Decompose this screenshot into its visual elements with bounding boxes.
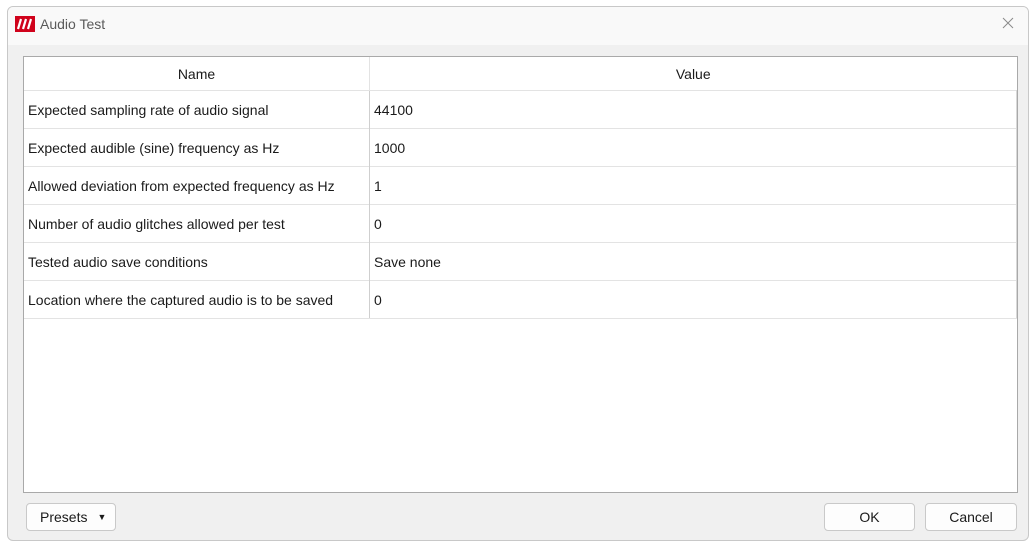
column-header-value[interactable]: Value: [370, 57, 1017, 91]
table-row[interactable]: Allowed deviation from expected frequenc…: [24, 166, 1017, 205]
column-header-name[interactable]: Name: [24, 57, 370, 91]
caret-down-icon: ▼: [97, 512, 107, 522]
name-cell: Tested audio save conditions: [24, 242, 370, 281]
table-row[interactable]: Expected audible (sine) frequency as Hz …: [24, 128, 1017, 167]
ok-button[interactable]: OK: [824, 503, 915, 531]
table-row[interactable]: Location where the captured audio is to …: [24, 280, 1017, 319]
name-cell: Expected sampling rate of audio signal: [24, 90, 370, 129]
presets-label: Presets: [40, 509, 88, 525]
title-bar: Audio Test: [8, 7, 1028, 45]
presets-button[interactable]: Presets ▼: [26, 503, 116, 531]
properties-table: Name Value Expected sampling rate of aud…: [23, 56, 1018, 493]
close-icon: [1002, 17, 1014, 29]
cancel-button[interactable]: Cancel: [925, 503, 1017, 531]
close-button[interactable]: [988, 7, 1028, 39]
table-row[interactable]: Number of audio glitches allowed per tes…: [24, 204, 1017, 243]
table-row[interactable]: Expected sampling rate of audio signal 4…: [24, 90, 1017, 129]
value-cell[interactable]: Save none: [369, 242, 1017, 281]
value-cell[interactable]: 0: [369, 280, 1017, 319]
name-cell: Number of audio glitches allowed per tes…: [24, 204, 370, 243]
name-cell: Location where the captured audio is to …: [24, 280, 370, 319]
window-title: Audio Test: [40, 16, 106, 32]
app-logo-icon: [15, 16, 35, 32]
audio-test-dialog: Audio Test Name Value Expected sampling …: [7, 6, 1029, 541]
table-row[interactable]: Tested audio save conditions Save none: [24, 242, 1017, 281]
value-cell[interactable]: 1: [369, 166, 1017, 205]
value-cell[interactable]: 1000: [369, 128, 1017, 167]
table-header-row: Name Value: [24, 57, 1017, 91]
name-cell: Allowed deviation from expected frequenc…: [24, 166, 370, 205]
name-cell: Expected audible (sine) frequency as Hz: [24, 128, 370, 167]
value-cell[interactable]: 44100: [369, 90, 1017, 129]
value-cell[interactable]: 0: [369, 204, 1017, 243]
